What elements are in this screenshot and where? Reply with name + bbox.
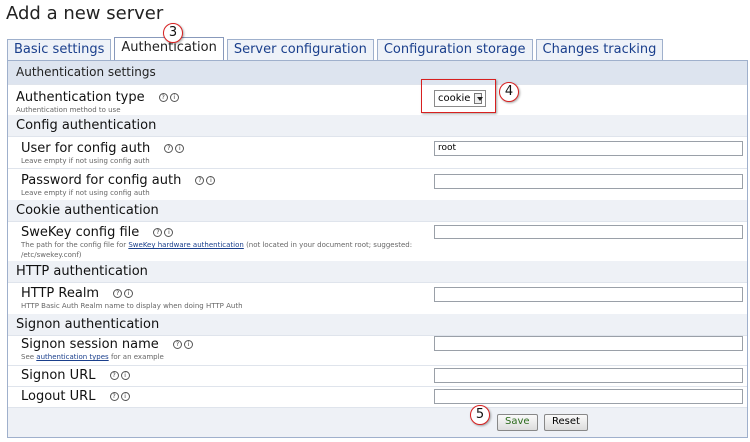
signon-session-row: Signon session name ? i See authenticatio…	[8, 335, 747, 365]
swekey-desc: The path for the config file for SweKey …	[21, 241, 413, 259]
info-icon[interactable]: i	[120, 392, 130, 401]
auth-type-desc: Authentication method to use	[16, 106, 121, 114]
signon-auth-heading: Signon authentication	[8, 314, 747, 335]
info-icon[interactable]: i	[169, 93, 179, 102]
signon-url-row: Signon URL ? i	[8, 365, 747, 386]
help-icon[interactable]: ?	[172, 340, 182, 349]
tab-bar: Basic settings Authentication Server con…	[7, 37, 666, 61]
http-realm-label: HTTP Realm	[21, 286, 100, 301]
help-icon[interactable]: ?	[153, 228, 163, 237]
config-user-row: User for config auth ? i Leave empty if n…	[8, 136, 747, 168]
http-realm-input[interactable]	[434, 287, 743, 302]
callout-number-5: 5	[470, 405, 490, 425]
info-icon[interactable]: i	[183, 340, 193, 349]
signon-url-input[interactable]	[434, 368, 743, 383]
page-title: Add a new server	[6, 3, 164, 24]
logout-url-row: Logout URL ? i	[8, 386, 747, 407]
tab-server-configuration[interactable]: Server configuration	[226, 39, 374, 60]
callout-number-4: 4	[499, 82, 519, 102]
info-icon[interactable]: i	[124, 289, 134, 298]
tab-changes-tracking[interactable]: Changes tracking	[535, 39, 664, 60]
logout-url-label: Logout URL	[21, 389, 96, 404]
cookie-auth-heading: Cookie authentication	[8, 200, 747, 221]
auth-types-link[interactable]: authentication types	[36, 353, 108, 361]
signon-session-desc: See authentication types for an example	[21, 353, 164, 361]
info-icon[interactable]: i	[164, 228, 174, 237]
swekey-help-link[interactable]: SweKey hardware authentication	[128, 241, 243, 249]
config-user-desc: Leave empty if not using config auth	[21, 157, 150, 165]
help-icon[interactable]: ?	[164, 144, 174, 153]
info-icon[interactable]: i	[175, 144, 185, 153]
swekey-label: SweKey config file	[21, 225, 140, 240]
help-icons: ? i	[158, 90, 181, 105]
panel-header: Authentication settings	[8, 61, 747, 84]
http-realm-desc: HTTP Basic Auth Realm name to display wh…	[21, 302, 243, 310]
auth-type-label: Authentication type	[16, 90, 145, 105]
config-user-input[interactable]: root	[434, 141, 743, 156]
help-icon[interactable]: ?	[113, 289, 123, 298]
config-password-desc: Leave empty if not using config auth	[21, 189, 150, 197]
config-password-input[interactable]	[434, 174, 743, 189]
tab-basic-settings[interactable]: Basic settings	[7, 39, 112, 60]
help-icon[interactable]: ?	[109, 392, 119, 401]
http-auth-heading: HTTP authentication	[8, 261, 747, 282]
help-icon[interactable]: ?	[195, 176, 205, 185]
reset-button[interactable]: Reset	[544, 414, 588, 431]
swekey-input[interactable]	[434, 225, 743, 239]
signon-url-label: Signon URL	[21, 368, 96, 383]
settings-panel: Authentication settings Authentication t…	[7, 60, 748, 438]
info-icon[interactable]: i	[206, 176, 216, 185]
swekey-row: SweKey config file ? i The path for the c…	[8, 221, 747, 261]
info-icon[interactable]: i	[120, 371, 130, 380]
config-user-label: User for config auth	[21, 141, 151, 156]
help-icon[interactable]: ?	[158, 93, 168, 102]
tab-configuration-storage[interactable]: Configuration storage	[376, 39, 533, 60]
http-realm-row: HTTP Realm ? i HTTP Basic Auth Realm name…	[8, 282, 747, 314]
config-auth-heading: Config authentication	[8, 115, 747, 136]
signon-session-input[interactable]	[434, 336, 743, 351]
help-icon[interactable]: ?	[109, 371, 119, 380]
callout-number-3: 3	[163, 23, 183, 43]
auth-type-row: Authentication type ? i Authentication me…	[8, 84, 747, 115]
save-button[interactable]: Save	[497, 414, 538, 431]
logout-url-input[interactable]	[434, 389, 743, 404]
form-footer: Save Reset	[8, 407, 747, 437]
config-password-row: Password for config auth ? i Leave empty …	[8, 168, 747, 200]
signon-session-label: Signon session name	[21, 337, 159, 352]
config-password-label: Password for config auth	[21, 173, 182, 188]
callout-highlight-box	[421, 79, 496, 113]
